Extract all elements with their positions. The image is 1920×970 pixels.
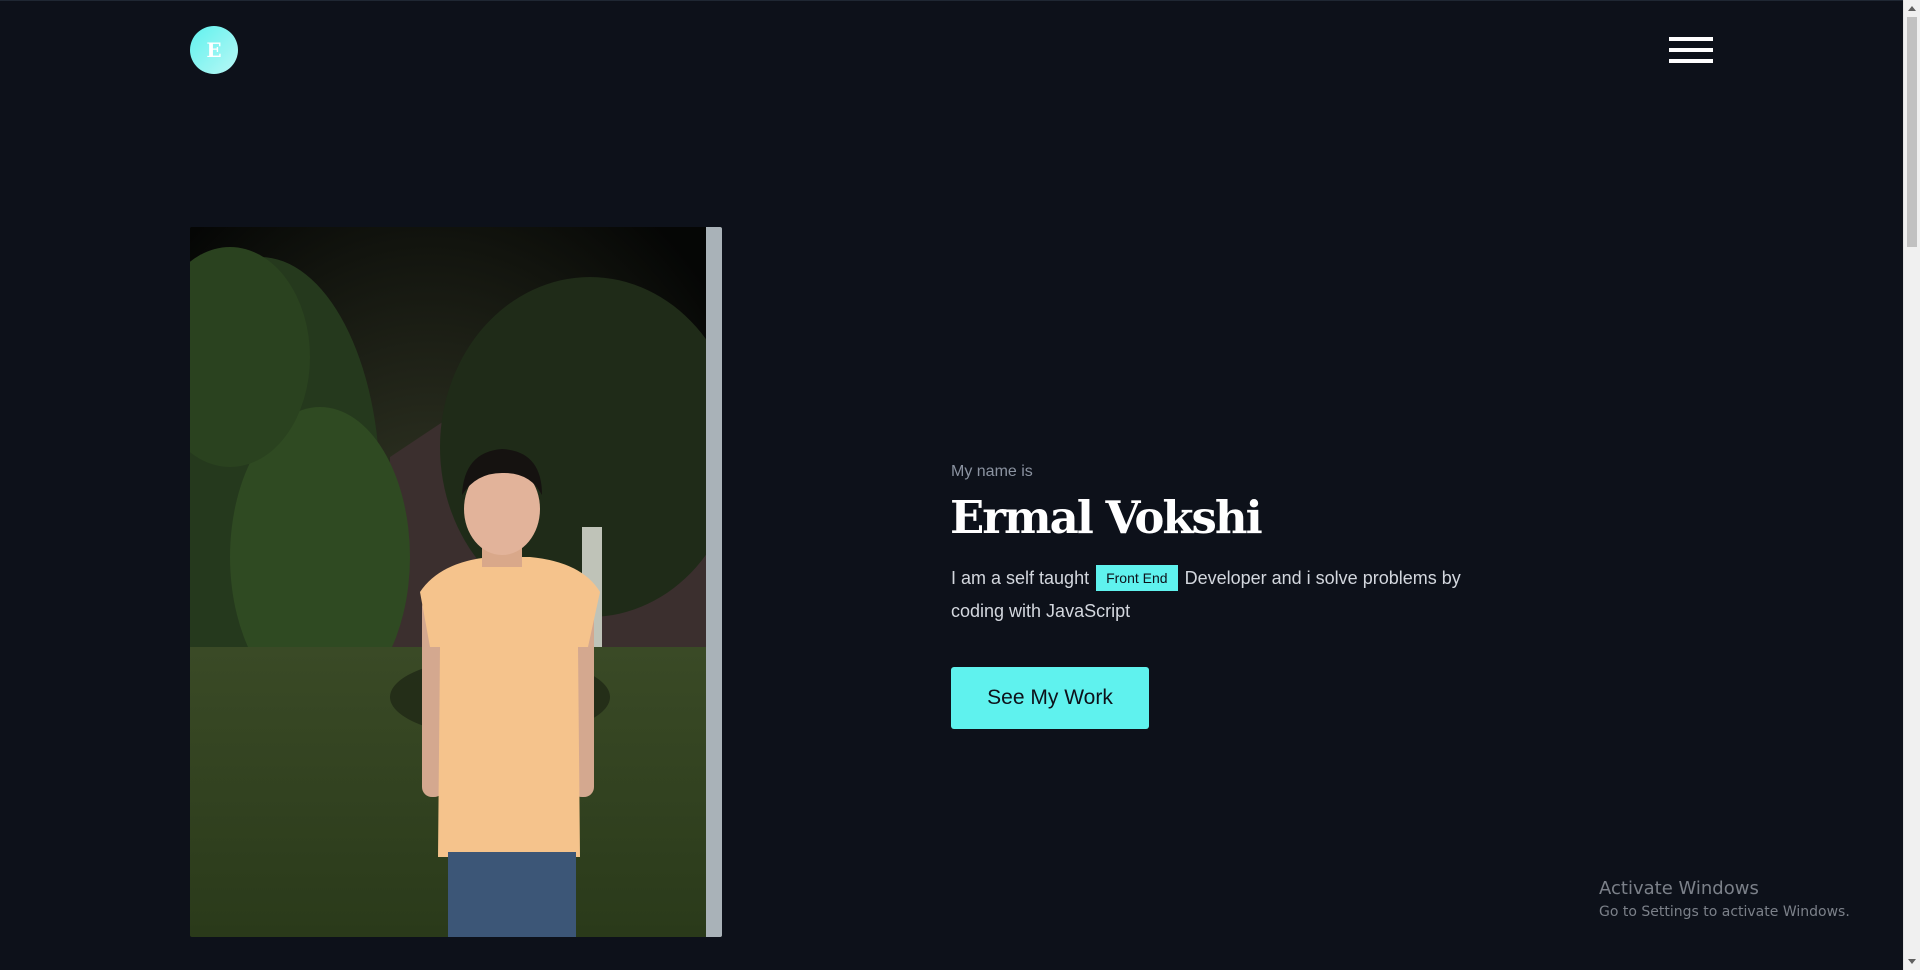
- scroll-down-arrow-icon[interactable]: [1908, 959, 1916, 964]
- menu-line: [1669, 48, 1713, 52]
- vertical-scrollbar[interactable]: [1903, 0, 1920, 970]
- menu-line: [1669, 37, 1713, 41]
- page: E My name is Ermal Vokshi I am a self ta…: [0, 0, 1903, 970]
- role-highlight-badge: Front End: [1096, 565, 1178, 591]
- intro-desc-before: I am a self taught: [951, 568, 1090, 588]
- logo-button[interactable]: E: [190, 26, 238, 74]
- profile-photo: [190, 227, 722, 937]
- watermark-title: Activate Windows: [1599, 878, 1759, 899]
- scroll-up-arrow-icon[interactable]: [1908, 6, 1916, 11]
- hero-name: Ermal Vokshi: [950, 491, 1263, 544]
- hamburger-menu-icon[interactable]: [1669, 37, 1713, 67]
- menu-line: [1669, 59, 1713, 63]
- windows-activation-watermark: Activate Windows Go to Settings to activ…: [1599, 877, 1850, 922]
- watermark-subtitle: Go to Settings to activate Windows.: [1599, 904, 1850, 920]
- intro-label: My name is: [951, 463, 1033, 480]
- logo-letter: E: [206, 38, 222, 62]
- see-my-work-button[interactable]: See My Work: [951, 667, 1149, 729]
- intro-description: I am a self taught Front End Developer a…: [951, 562, 1491, 628]
- scrollbar-thumb[interactable]: [1907, 17, 1917, 247]
